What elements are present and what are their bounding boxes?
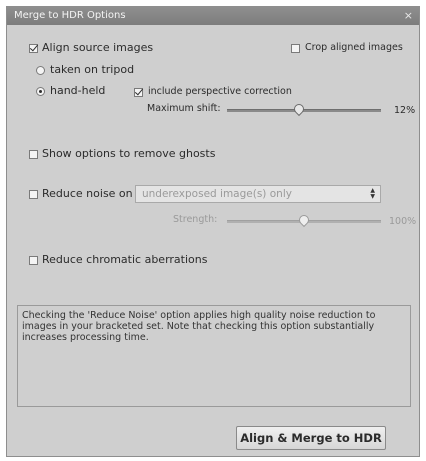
strength-slider-thumb[interactable] <box>296 212 312 228</box>
info-text: Checking the 'Reduce Noise' option appli… <box>22 310 376 343</box>
maximum-shift-label: Maximum shift: <box>147 103 221 114</box>
close-icon[interactable]: × <box>404 7 413 25</box>
strength-label: Strength: <box>173 214 218 225</box>
reduce-chromatic-aberrations-checkbox[interactable] <box>29 256 38 265</box>
align-source-images-checkbox[interactable] <box>29 44 38 53</box>
merge-to-hdr-dialog: Merge to HDR Options × Align source imag… <box>6 6 420 457</box>
strength-value: 100% <box>389 216 417 227</box>
align-merge-to-hdr-button[interactable]: Align & Merge to HDR <box>236 426 386 450</box>
taken-on-tripod-label: taken on tripod <box>50 63 135 76</box>
include-perspective-correction-checkbox[interactable] <box>134 88 143 97</box>
taken-on-tripod-radio[interactable] <box>36 66 45 75</box>
crop-aligned-images-checkbox[interactable] <box>291 44 300 53</box>
select-arrows-icon: ▲ ▼ <box>370 187 375 200</box>
maximum-shift-slider-thumb[interactable] <box>292 101 307 117</box>
reduce-noise-select[interactable]: underexposed image(s) only ▲ ▼ <box>135 185 381 203</box>
maximum-shift-value: 12% <box>394 105 416 116</box>
show-ghost-options-label: Show options to remove ghosts <box>42 147 216 160</box>
reduce-noise-label: Reduce noise on <box>42 187 133 200</box>
hand-held-label: hand-held <box>50 84 106 97</box>
align-source-images-label: Align source images <box>42 41 154 54</box>
show-ghost-options-checkbox[interactable] <box>29 150 38 159</box>
reduce-noise-checkbox[interactable] <box>29 190 38 199</box>
dialog-title: Merge to HDR Options <box>14 10 126 21</box>
hand-held-radio[interactable] <box>36 87 45 96</box>
reduce-chromatic-aberrations-label: Reduce chromatic aberrations <box>42 253 208 266</box>
info-box: Checking the 'Reduce Noise' option appli… <box>17 305 411 407</box>
reduce-noise-select-value: underexposed image(s) only <box>142 188 292 200</box>
title-bar: Merge to HDR Options × <box>7 7 419 25</box>
include-perspective-correction-label: include perspective correction <box>148 86 292 97</box>
crop-aligned-images-label: Crop aligned images <box>305 42 403 53</box>
